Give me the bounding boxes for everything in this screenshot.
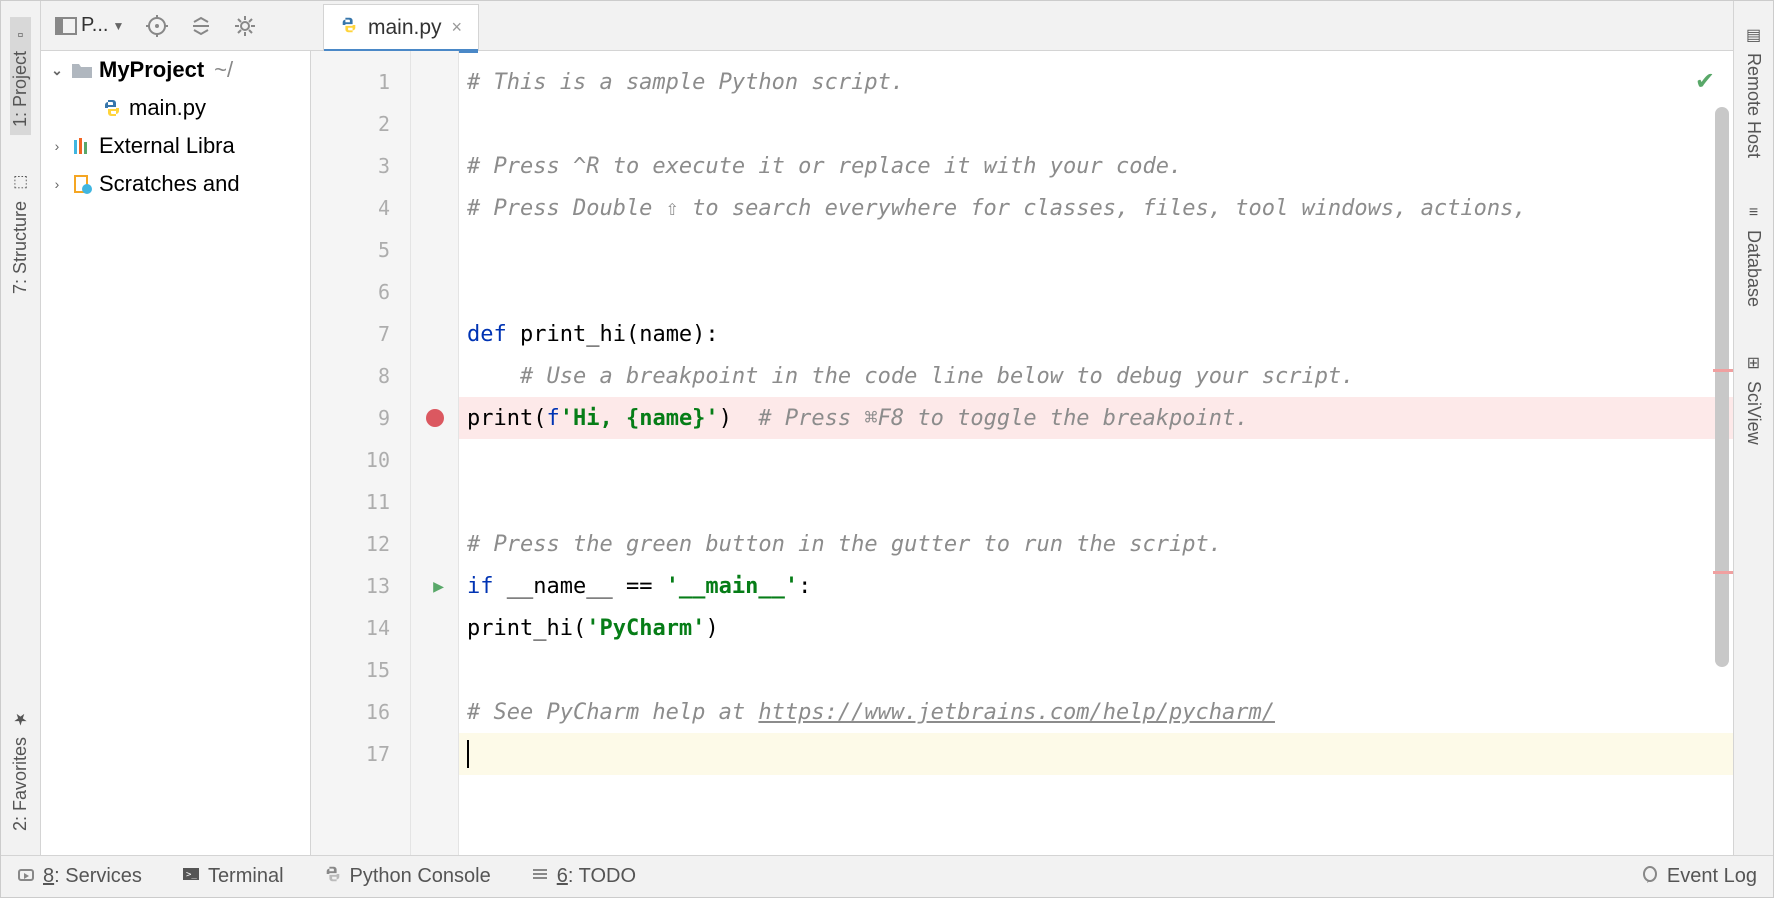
code-line[interactable] [459, 229, 1733, 271]
code-editor[interactable]: # This is a sample Python script. # Press… [459, 51, 1733, 855]
code-line[interactable]: if __name__ == '__main__': [459, 565, 1733, 607]
python-file-icon [101, 97, 123, 119]
line-number[interactable]: 6 [311, 271, 410, 313]
library-icon [71, 135, 93, 157]
close-icon[interactable]: × [452, 17, 463, 38]
status-todo[interactable]: 6: TODO [531, 865, 636, 889]
tool-tab-remote-host[interactable]: ▤ Remote Host [1743, 17, 1764, 166]
code-line[interactable]: # This is a sample Python script. [459, 61, 1733, 103]
line-number[interactable]: 11 [311, 481, 410, 523]
code-line[interactable]: # Press Double ⇧ to search everywhere fo… [459, 187, 1733, 229]
code-line[interactable]: # Press ^R to execute it or replace it w… [459, 145, 1733, 187]
editor-tab-main-py[interactable]: main.py × [323, 4, 479, 50]
editor-tab-label: main.py [368, 16, 442, 40]
inspection-ok-icon[interactable]: ✔ [1695, 67, 1715, 96]
status-event-log[interactable]: Event Log [1641, 865, 1757, 889]
line-number[interactable]: 12 [311, 523, 410, 565]
line-number[interactable]: 7 [311, 313, 410, 355]
tree-scratches[interactable]: › Scratches and [41, 165, 310, 203]
collapse-button[interactable] [186, 13, 216, 39]
status-python-console[interactable]: Python Console [324, 865, 491, 889]
code-line[interactable] [459, 271, 1733, 313]
project-tree: ⌄ MyProject ~/ main.py › [41, 51, 311, 855]
scratch-icon [71, 173, 93, 195]
line-number[interactable]: 16 [311, 691, 410, 733]
sciview-icon: ⊞ [1747, 353, 1760, 373]
line-number[interactable]: 17 [311, 733, 410, 775]
line-number[interactable]: 3 [311, 145, 410, 187]
code-line[interactable]: def print_hi(name): [459, 313, 1733, 355]
folder-icon: ▫ [18, 25, 24, 43]
todo-icon [531, 865, 549, 889]
line-number-gutter[interactable]: 12345678910111213▶14151617 [311, 51, 411, 855]
project-dropdown-label: P... [81, 14, 108, 37]
tree-external-libraries[interactable]: › External Libra [41, 127, 310, 165]
left-tool-strip: 1: Project ▫ 7: Structure ⬚ 2: Favorites… [1, 1, 41, 855]
code-line[interactable] [459, 103, 1733, 145]
remote-icon: ▤ [1746, 25, 1761, 45]
tool-tab-structure[interactable]: 7: Structure ⬚ [10, 165, 31, 302]
error-stripe-marker[interactable] [1713, 369, 1733, 372]
chevron-right-icon: › [49, 138, 65, 154]
tool-tab-project[interactable]: 1: Project ▫ [10, 17, 31, 135]
terminal-icon: >_ [182, 865, 200, 889]
code-line[interactable]: # Use a breakpoint in the code line belo… [459, 355, 1733, 397]
code-line[interactable]: print(f'Hi, {name}') # Press ⌘F8 to togg… [459, 397, 1733, 439]
python-file-icon [340, 16, 358, 40]
line-number[interactable]: 10 [311, 439, 410, 481]
event-log-icon [1641, 865, 1659, 889]
chevron-right-icon: › [49, 176, 65, 192]
error-stripe-marker[interactable] [1713, 571, 1733, 574]
run-gutter-icon[interactable]: ▶ [433, 576, 444, 597]
tool-tab-sciview[interactable]: ⊞ SciView [1743, 345, 1764, 453]
code-line[interactable]: # Press the green button in the gutter t… [459, 523, 1733, 565]
code-line[interactable]: print_hi('PyCharm') [459, 607, 1733, 649]
star-icon: ★ [13, 709, 27, 729]
editor-area: main.py × 12345678910111213▶14151617 # T… [311, 1, 1733, 855]
project-root[interactable]: ⌄ MyProject ~/ [41, 51, 310, 89]
breakpoint-icon[interactable] [426, 409, 444, 427]
status-bar: 8: Services >_ Terminal Python Console 6… [1, 855, 1773, 897]
project-view-dropdown[interactable]: P... ▼ [51, 12, 128, 39]
target-icon [146, 15, 168, 37]
tool-tab-favorites[interactable]: 2: Favorites ★ [10, 701, 31, 839]
code-line[interactable] [459, 439, 1733, 481]
collapse-icon [190, 15, 212, 37]
line-number[interactable]: 1 [311, 61, 410, 103]
code-line[interactable] [459, 481, 1733, 523]
marker-gutter[interactable] [411, 51, 459, 855]
right-tool-strip: ▤ Remote Host ≡ Database ⊞ SciView [1733, 1, 1773, 855]
chevron-down-icon: ⌄ [49, 62, 65, 79]
editor-scrollbar[interactable] [1715, 107, 1729, 707]
services-icon [17, 865, 35, 889]
database-icon: ≡ [1749, 204, 1758, 222]
status-services[interactable]: 8: Services [17, 865, 142, 889]
chevron-down-icon: ▼ [112, 19, 124, 33]
scrollbar-thumb[interactable] [1715, 107, 1729, 667]
line-number[interactable]: 5 [311, 229, 410, 271]
line-number[interactable]: 14 [311, 607, 410, 649]
line-number[interactable]: 8 [311, 355, 410, 397]
code-line[interactable] [459, 733, 1733, 775]
line-number[interactable]: 4 [311, 187, 410, 229]
settings-button[interactable] [230, 13, 260, 39]
line-number[interactable]: 2 [311, 103, 410, 145]
code-line[interactable] [459, 649, 1733, 691]
svg-text:>_: >_ [186, 870, 197, 880]
line-number[interactable]: 13▶ [311, 565, 410, 607]
locate-button[interactable] [142, 13, 172, 39]
window-icon [55, 15, 77, 37]
tree-file-main-py[interactable]: main.py [41, 89, 310, 127]
gear-icon [234, 15, 256, 37]
line-number[interactable]: 9 [311, 397, 410, 439]
line-number[interactable]: 15 [311, 649, 410, 691]
status-terminal[interactable]: >_ Terminal [182, 865, 284, 889]
python-icon [324, 865, 342, 889]
code-line[interactable]: # See PyCharm help at https://www.jetbra… [459, 691, 1733, 733]
tool-tab-database[interactable]: ≡ Database [1743, 196, 1764, 315]
structure-icon: ⬚ [13, 173, 28, 193]
folder-icon [71, 59, 93, 81]
